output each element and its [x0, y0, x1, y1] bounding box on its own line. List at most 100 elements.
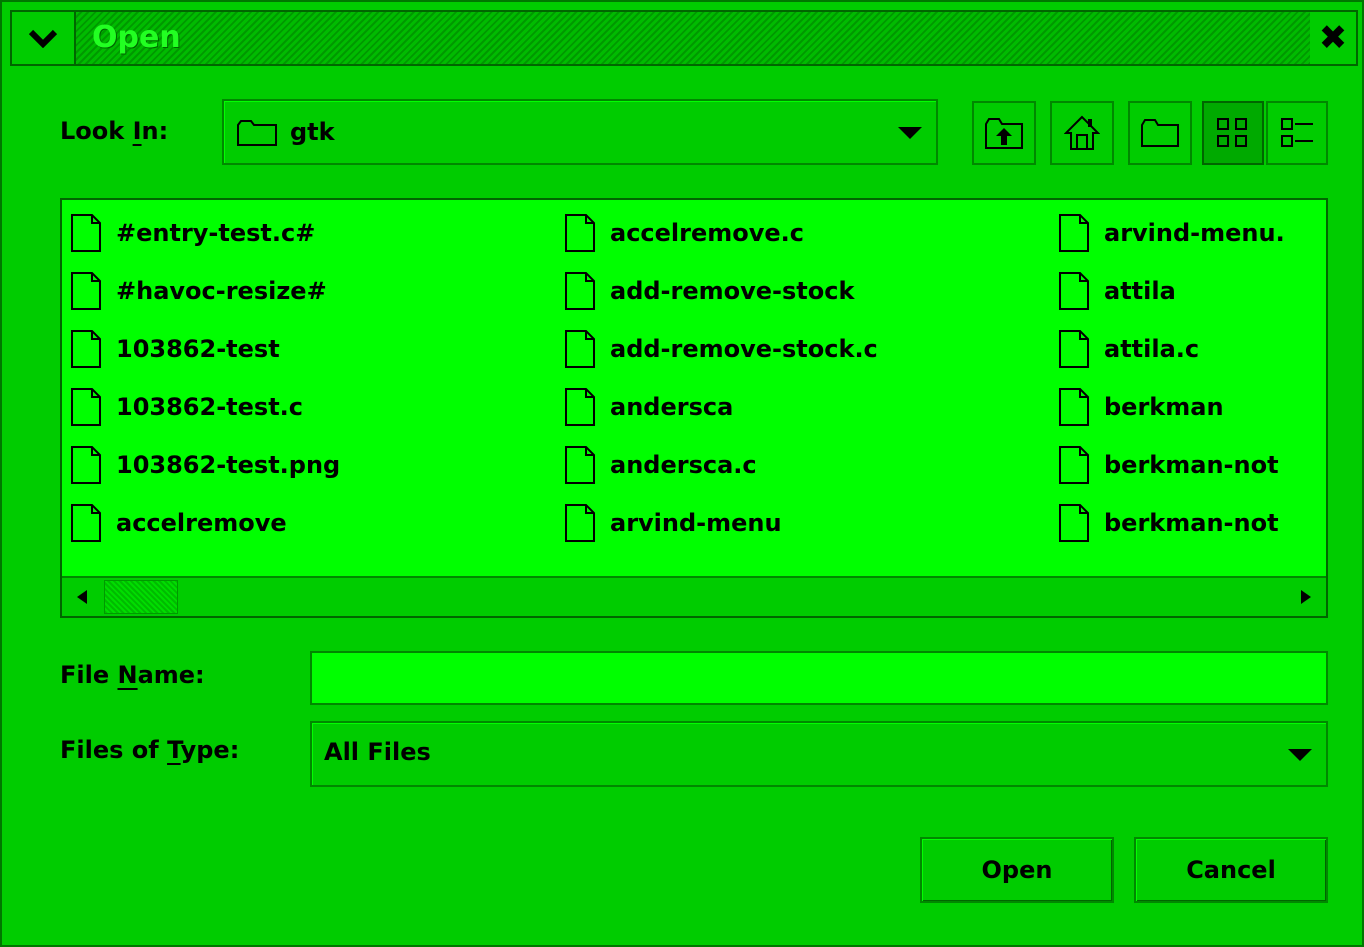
file-item[interactable]: arvind-menu [564, 496, 782, 550]
file-name: berkman-not [1104, 451, 1279, 479]
file-item[interactable]: 103862-test [70, 322, 280, 376]
cancel-button[interactable]: Cancel [1134, 837, 1328, 903]
scroll-right-button[interactable] [1286, 578, 1326, 616]
file-icon [71, 446, 101, 484]
file-type-label-suffix: ype: [180, 736, 240, 764]
file-name: #havoc-resize# [116, 277, 327, 305]
file-type-value: All Files [324, 738, 431, 766]
file-name: arvind-menu. [1104, 219, 1285, 247]
close-button[interactable]: ✖ [1310, 12, 1356, 64]
file-icon [1059, 272, 1089, 310]
right-arrow-icon [1301, 590, 1311, 604]
file-name: add-remove-stock [610, 277, 855, 305]
home-icon [1064, 115, 1100, 150]
look-in-label-suffix: n: [141, 117, 169, 145]
file-item[interactable]: add-remove-stock [564, 264, 854, 318]
file-icon [71, 272, 101, 310]
file-icon [71, 388, 101, 426]
file-item[interactable]: accelremove.c [564, 206, 804, 260]
home-button[interactable] [1050, 101, 1114, 165]
file-item[interactable]: attila [1058, 264, 1176, 318]
file-list[interactable]: #entry-test.c# #havoc-resize# 103862-tes… [60, 198, 1328, 618]
file-name-label-suffix: ame: [137, 661, 205, 689]
file-name-label: File Name: [60, 661, 205, 689]
list-view-button[interactable] [1202, 101, 1264, 165]
file-item[interactable]: berkman-not [1058, 496, 1279, 550]
file-name: berkman [1104, 393, 1224, 421]
file-name-label-text: File [60, 661, 118, 689]
file-item[interactable]: #entry-test.c# [70, 206, 315, 260]
file-name: berkman-not [1104, 509, 1279, 537]
file-name: andersca.c [610, 451, 757, 479]
file-icon [565, 272, 595, 310]
up-folder-icon [985, 118, 1023, 149]
file-icon [71, 504, 101, 542]
file-icon [1059, 330, 1089, 368]
look-in-mnemonic: I [132, 117, 142, 145]
file-icon [1059, 504, 1089, 542]
file-name: attila.c [1104, 335, 1200, 363]
file-icon [565, 504, 595, 542]
look-in-combo[interactable]: gtk [222, 99, 938, 165]
scroll-left-button[interactable] [62, 578, 102, 616]
file-item[interactable]: 103862-test.c [70, 380, 303, 434]
look-in-value: gtk [290, 118, 335, 146]
window-title: Open [92, 20, 181, 55]
file-name-input[interactable] [310, 651, 1328, 705]
file-icon [1059, 214, 1089, 252]
file-item[interactable]: andersca.c [564, 438, 757, 492]
details-view-icon [1281, 118, 1313, 147]
folder-icon [237, 120, 277, 146]
dropdown-arrow-icon [898, 127, 922, 139]
file-type-mnemonic: T [167, 736, 181, 764]
dropdown-arrow-icon [1288, 749, 1312, 761]
details-view-button[interactable] [1266, 101, 1328, 165]
file-name: #entry-test.c# [116, 219, 316, 247]
list-view-icon [1217, 118, 1247, 147]
open-dialog: Open ✖ Look In: gtk #entry-test.c# #havo… [0, 0, 1364, 947]
file-name: arvind-menu [610, 509, 782, 537]
file-item[interactable]: attila.c [1058, 322, 1199, 376]
open-button[interactable]: Open [920, 837, 1114, 903]
file-icon [565, 330, 595, 368]
left-arrow-icon [77, 590, 87, 604]
file-name: 103862-test.png [116, 451, 341, 479]
file-icon [71, 214, 101, 252]
file-type-combo[interactable]: All Files [310, 721, 1328, 787]
file-item[interactable]: add-remove-stock.c [564, 322, 878, 376]
file-item[interactable]: accelremove [70, 496, 287, 550]
horizontal-scrollbar[interactable] [62, 576, 1326, 616]
file-name-mnemonic: N [117, 661, 138, 689]
file-icon [565, 446, 595, 484]
file-name: accelremove [116, 509, 287, 537]
file-item[interactable]: andersca [564, 380, 733, 434]
scrollbar-thumb[interactable] [104, 580, 178, 614]
look-in-label: Look In: [60, 117, 168, 145]
file-icon [565, 388, 595, 426]
file-type-label-text: Files of [60, 736, 168, 764]
up-folder-button[interactable] [972, 101, 1036, 165]
title-bar[interactable]: Open ✖ [10, 10, 1358, 66]
new-folder-icon [1141, 119, 1179, 147]
file-item[interactable]: berkman [1058, 380, 1224, 434]
file-name: 103862-test [116, 335, 280, 363]
file-name: add-remove-stock.c [610, 335, 878, 363]
file-name: accelremove.c [610, 219, 805, 247]
close-icon: ✖ [1318, 18, 1348, 58]
file-icon [1059, 388, 1089, 426]
file-icon [71, 330, 101, 368]
file-type-label: Files of Type: [60, 736, 239, 764]
chevron-down-icon [28, 29, 58, 48]
window-menu-button[interactable] [12, 12, 76, 64]
new-folder-button[interactable] [1128, 101, 1192, 165]
file-icon [1059, 446, 1089, 484]
file-icon [565, 214, 595, 252]
file-item[interactable]: #havoc-resize# [70, 264, 327, 318]
look-in-label-text: Look [60, 117, 133, 145]
file-name: 103862-test.c [116, 393, 304, 421]
file-item[interactable]: berkman-not [1058, 438, 1279, 492]
file-name: attila [1104, 277, 1176, 305]
file-name: andersca [610, 393, 734, 421]
file-item[interactable]: 103862-test.png [70, 438, 340, 492]
file-item[interactable]: arvind-menu. [1058, 206, 1285, 260]
